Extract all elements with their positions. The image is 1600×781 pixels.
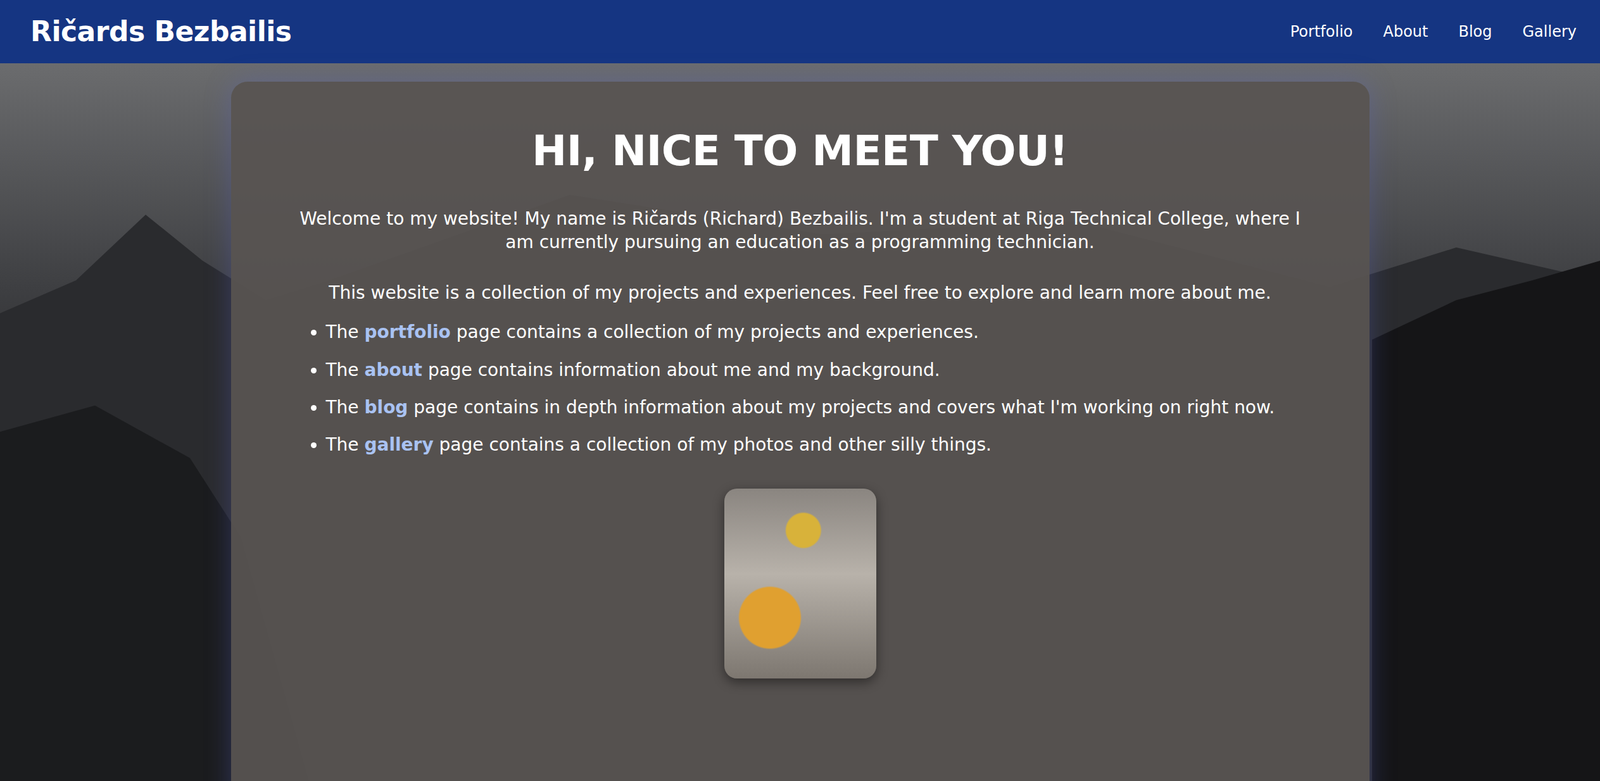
item-prefix: The xyxy=(326,434,365,456)
nav-link[interactable]: Portfolio xyxy=(1290,16,1354,47)
cat-photo xyxy=(724,488,877,679)
nav-links: Portfolio About Blog Gallery xyxy=(1290,16,1577,47)
top-navbar: Ričards Bezbailis Portfolio About Blog Gall… xyxy=(0,0,1600,64)
page-link[interactable]: blog xyxy=(364,396,408,418)
page-link[interactable]: portfolio xyxy=(364,321,451,343)
item-description: page contains a collection of my photos … xyxy=(433,434,992,456)
page-body: HI, NICE TO MEET YOU! Welcome to my webs… xyxy=(0,63,1600,781)
item-description: page contains information about me and m… xyxy=(422,359,941,381)
nav-link[interactable]: About xyxy=(1382,16,1428,47)
page-link[interactable]: gallery xyxy=(364,434,434,456)
item-description: page contains a collection of my project… xyxy=(450,321,979,343)
item-prefix: The xyxy=(326,321,365,343)
item-description: page contains in depth information about… xyxy=(407,396,1275,418)
nav-link[interactable]: Gallery xyxy=(1522,16,1577,47)
page-list: The portfolio page contains a collection… xyxy=(288,313,1313,464)
page-list-item: The blog page contains in depth informat… xyxy=(326,388,1313,427)
brand-link[interactable]: Ričards Bezbailis xyxy=(30,10,292,53)
welcome-heading: HI, NICE TO MEET YOU! xyxy=(288,125,1313,177)
welcome-panel: HI, NICE TO MEET YOU! Welcome to my webs… xyxy=(231,81,1370,781)
page-list-item: The gallery page contains a collection o… xyxy=(326,426,1313,464)
page-link[interactable]: about xyxy=(364,359,423,381)
summary-text: This website is a collection of my proje… xyxy=(288,281,1313,305)
page-list-item: The portfolio page contains a collection… xyxy=(326,313,1313,351)
item-prefix: The xyxy=(326,359,365,381)
intro-text: Welcome to my website! My name is Ričard… xyxy=(288,207,1313,254)
nav-link[interactable]: Blog xyxy=(1458,16,1492,47)
page-list-item: The about page contains information abou… xyxy=(326,351,1313,389)
item-prefix: The xyxy=(326,396,365,418)
